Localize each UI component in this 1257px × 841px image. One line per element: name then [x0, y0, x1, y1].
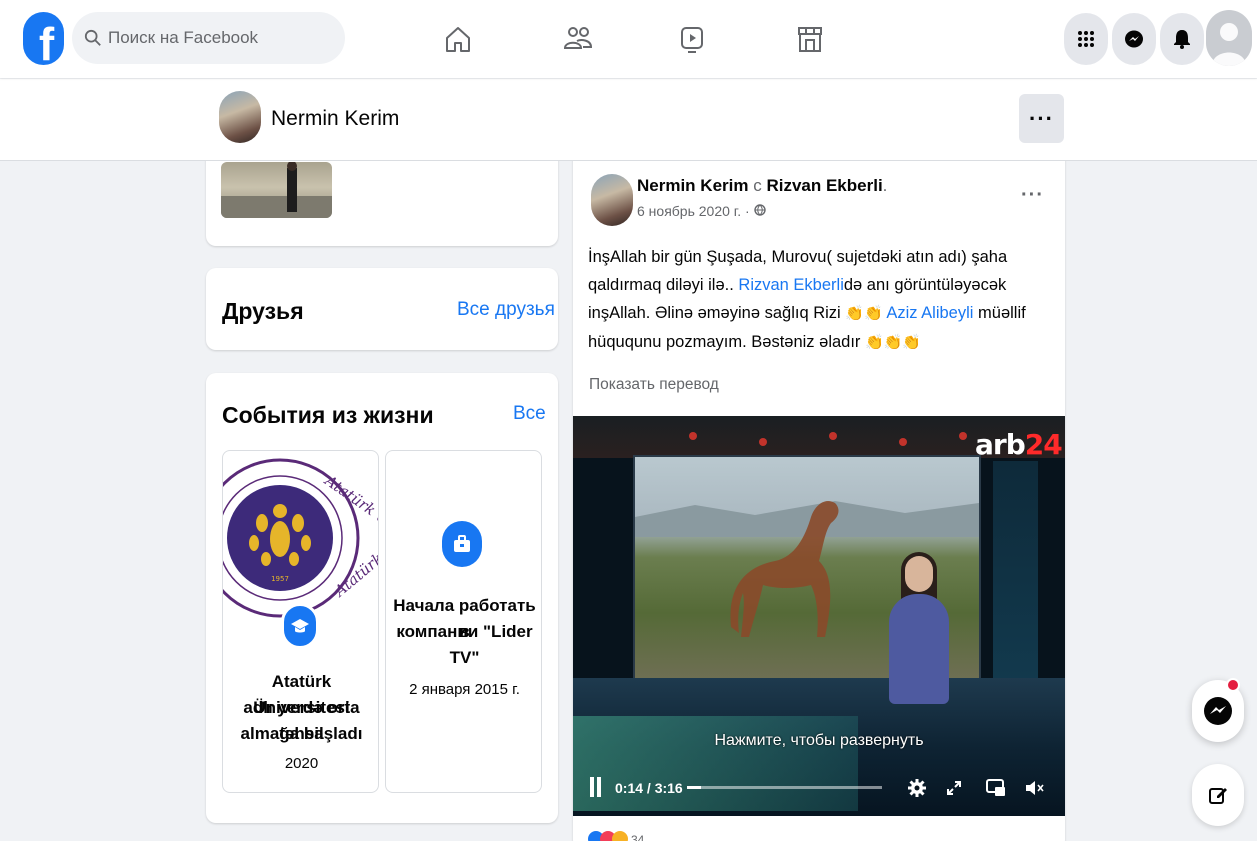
- post-with-word: с: [753, 176, 762, 195]
- life-events-card: События из жизни Все 1957 Atatürk Üniver…: [206, 373, 558, 823]
- clapping-hands-icon: 👏👏: [845, 305, 883, 322]
- pause-icon[interactable]: [588, 777, 602, 797]
- post-link-rizvan[interactable]: Rizvan Ekberli: [738, 276, 843, 294]
- post-reactions[interactable]: 34: [587, 828, 647, 841]
- marketplace-icon[interactable]: [793, 20, 827, 58]
- post-author-name[interactable]: Nermin Kerim: [637, 176, 748, 195]
- all-friends-link[interactable]: Все друзья: [457, 299, 555, 321]
- all-events-link[interactable]: Все: [513, 403, 546, 425]
- work-briefcase-icon: [442, 521, 482, 567]
- photos-card: [206, 150, 558, 246]
- video-progress-bar[interactable]: [687, 786, 882, 789]
- profile-avatar[interactable]: [219, 91, 261, 143]
- life-events-title: События из жизни: [222, 402, 434, 428]
- search-input[interactable]: [108, 28, 328, 48]
- profile-name[interactable]: Nermin Kerim: [271, 107, 399, 131]
- life-event-work[interactable]: Начала работать в компании "Lider TV" 2 …: [385, 450, 542, 793]
- globe-icon: [753, 204, 766, 216]
- event-work-line2: компании "Lider: [396, 622, 533, 641]
- mini-player-icon[interactable]: [983, 775, 1009, 801]
- account-avatar[interactable]: [1206, 10, 1252, 66]
- post-date[interactable]: 6 ноябрь 2020 г. ·: [637, 203, 766, 219]
- news-anchor-body: [889, 594, 949, 704]
- seal-year: 1957: [271, 575, 289, 583]
- post-author-line: Nermin Kerim с Rizvan Ekberli.: [637, 176, 888, 195]
- logo-arb-text: arb: [975, 428, 1026, 461]
- event-education-date: 2020: [284, 755, 319, 772]
- post-more-button[interactable]: ···: [1021, 185, 1044, 205]
- watch-icon[interactable]: [675, 20, 709, 58]
- fullscreen-icon[interactable]: [941, 775, 967, 801]
- clapping-hands-icon: 👏👏👏: [865, 334, 922, 351]
- event-work-line3: TV": [449, 648, 480, 667]
- settings-gear-icon[interactable]: [904, 775, 930, 801]
- search-icon: [84, 29, 101, 46]
- facebook-logo-letter: f: [38, 18, 55, 65]
- reactions-count: 34: [631, 833, 645, 841]
- post-video[interactable]: arb24 Нажмите, чтобы развернуть 0:14 / 3…: [573, 416, 1065, 816]
- haha-reaction-icon: [612, 831, 628, 841]
- mute-icon[interactable]: [1022, 775, 1048, 801]
- event-education-line3: almağa başladı: [240, 724, 363, 743]
- video-progress-fill: [687, 786, 701, 789]
- news-anchor-face: [905, 556, 933, 592]
- friends-card: Друзья Все друзья: [206, 268, 558, 350]
- photo-thumbnail[interactable]: [221, 162, 332, 218]
- profile-more-button[interactable]: ···: [1019, 94, 1064, 143]
- education-badge-icon: [281, 603, 319, 649]
- video-controls: 0:14 / 3:16: [573, 769, 1065, 809]
- new-message-button[interactable]: [1192, 764, 1244, 826]
- post-tagged-name[interactable]: Rizvan Ekberli: [766, 176, 882, 195]
- arb24-channel-logo: arb24: [975, 428, 1063, 461]
- post-text: İnşAllah bir gün Şuşada, Murovu( sujetdə…: [588, 243, 1058, 357]
- video-expand-hint[interactable]: Нажмите, чтобы развернуть: [573, 732, 1065, 750]
- friends-title: Друзья: [222, 298, 304, 324]
- notifications-icon[interactable]: [1160, 13, 1204, 65]
- messenger-icon[interactable]: [1112, 13, 1156, 65]
- event-work-date: 2 января 2015 г.: [409, 681, 520, 698]
- logo-24-text: 24: [1024, 428, 1063, 461]
- post-date-text: 6 ноябрь 2020 г. ·: [637, 203, 750, 219]
- menu-grid-icon[interactable]: [1064, 13, 1108, 65]
- post-link-aziz[interactable]: Aziz Alibeyli: [886, 304, 973, 322]
- chat-notification-dot: [1226, 678, 1240, 692]
- compose-icon: [1209, 788, 1227, 804]
- profile-header-bar: Nermin Kerim ···: [0, 79, 1257, 161]
- post-card: Nermin Kerim с Rizvan Ekberli. 6 ноябрь …: [573, 150, 1065, 841]
- show-translation-link[interactable]: Показать перевод: [589, 376, 719, 394]
- friends-icon[interactable]: [561, 20, 595, 58]
- video-time: 0:14 / 3:16: [615, 780, 683, 796]
- top-navigation-bar: f: [0, 0, 1257, 78]
- studio-side-screen: [993, 461, 1038, 691]
- life-event-education[interactable]: 1957 Atatürk Üniversitesi Atatürk Univer…: [222, 450, 379, 793]
- messenger-chat-icon: [1204, 697, 1232, 725]
- home-icon[interactable]: [441, 20, 475, 58]
- search-box[interactable]: [72, 12, 345, 64]
- facebook-logo[interactable]: f: [23, 12, 64, 65]
- post-author-avatar[interactable]: [591, 174, 633, 226]
